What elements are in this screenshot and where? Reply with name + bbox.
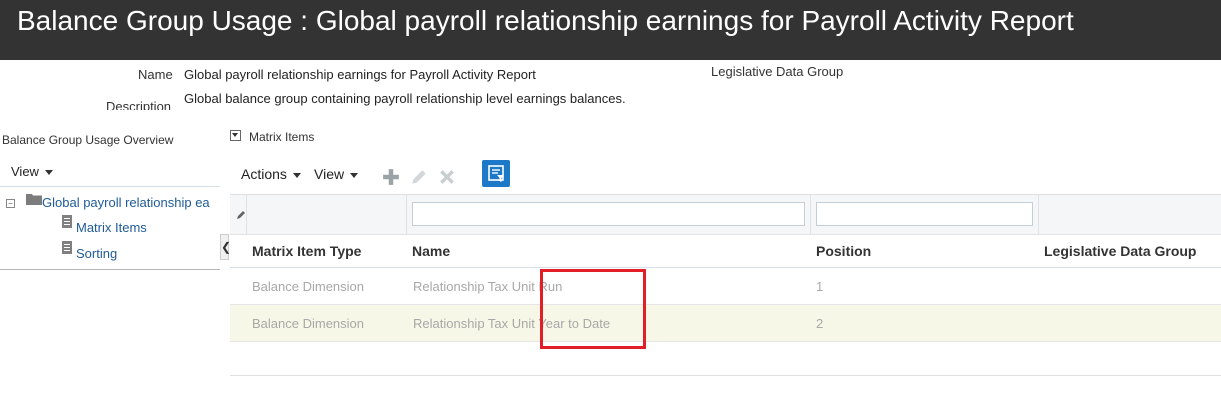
document-icon	[62, 241, 72, 254]
column-divider	[810, 195, 811, 234]
column-header-legislative-data-group[interactable]: Legislative Data Group	[1044, 243, 1196, 259]
collapse-icon[interactable]: −	[6, 199, 15, 208]
name-label: Name	[138, 67, 173, 82]
page-header: Balance Group Usage : Global payroll rel…	[0, 0, 1221, 60]
highlight-annotation	[540, 269, 646, 349]
filter-row	[230, 194, 1221, 235]
name-filter-input[interactable]	[412, 202, 805, 226]
table-row[interactable]: Balance Dimension Relationship Tax Unit …	[230, 268, 1221, 305]
cell-matrix-item-type: Balance Dimension	[252, 316, 365, 331]
cell-matrix-item-type: Balance Dimension	[252, 279, 365, 294]
cell-position: 2	[816, 316, 824, 331]
column-header-name[interactable]: Name	[412, 243, 450, 259]
panel-collapse-handle[interactable]: ❮	[220, 234, 231, 260]
overview-title: Balance Group Usage Overview	[2, 133, 174, 147]
disclosure-icon[interactable]	[230, 130, 241, 141]
document-icon	[62, 215, 72, 228]
cell-position: 1	[816, 279, 824, 294]
position-filter-input[interactable]	[816, 202, 1033, 226]
view-menu[interactable]: View	[314, 166, 359, 182]
page-title: Balance Group Usage : Global payroll rel…	[17, 5, 1074, 36]
description-label: Description	[106, 99, 172, 110]
column-header-position[interactable]: Position	[816, 243, 871, 259]
delete-icon[interactable]	[438, 168, 456, 186]
table-bottom-border	[230, 375, 1221, 376]
description-value: Global balance group containing payroll …	[184, 91, 626, 106]
table-header: Matrix Item Type Name Position Legislati…	[230, 234, 1221, 268]
actions-menu[interactable]: Actions	[241, 166, 301, 182]
chevron-down-icon	[44, 170, 53, 176]
actions-label: Actions	[241, 166, 287, 182]
folder-icon	[26, 194, 42, 205]
chevron-down-icon	[350, 172, 359, 178]
name-value: Global payroll relationship earnings for…	[184, 67, 536, 82]
overview-tree: − Global payroll relationship ea Matrix …	[0, 186, 220, 270]
table-row[interactable]: Balance Dimension Relationship Tax Unit …	[230, 305, 1221, 342]
overview-view-label: View	[11, 164, 39, 179]
tree-item-sorting[interactable]: Sorting	[76, 246, 117, 261]
query-by-example-button[interactable]	[482, 160, 510, 187]
chevron-down-icon	[292, 172, 301, 178]
column-divider	[406, 195, 407, 234]
details-panel: Name Global payroll relationship earning…	[0, 60, 1221, 110]
column-divider	[246, 195, 247, 234]
add-icon[interactable]	[382, 168, 400, 186]
pencil-icon	[237, 211, 245, 219]
tree-item-matrix-items[interactable]: Matrix Items	[76, 220, 147, 235]
matrix-section-title: Matrix Items	[249, 130, 315, 144]
ldg-label: Legislative Data Group	[711, 64, 844, 79]
view-label: View	[314, 166, 345, 182]
query-by-example-icon	[488, 165, 504, 182]
tree-root-item[interactable]: Global payroll relationship ea	[42, 195, 210, 210]
overview-panel: Balance Group Usage Overview View − Glob…	[0, 112, 230, 399]
column-divider	[1038, 195, 1039, 234]
overview-view-menu[interactable]: View	[11, 164, 53, 179]
edit-icon[interactable]	[410, 168, 428, 186]
column-header-matrix-item-type[interactable]: Matrix Item Type	[252, 243, 361, 259]
matrix-section-header[interactable]: Matrix Items	[230, 130, 314, 144]
